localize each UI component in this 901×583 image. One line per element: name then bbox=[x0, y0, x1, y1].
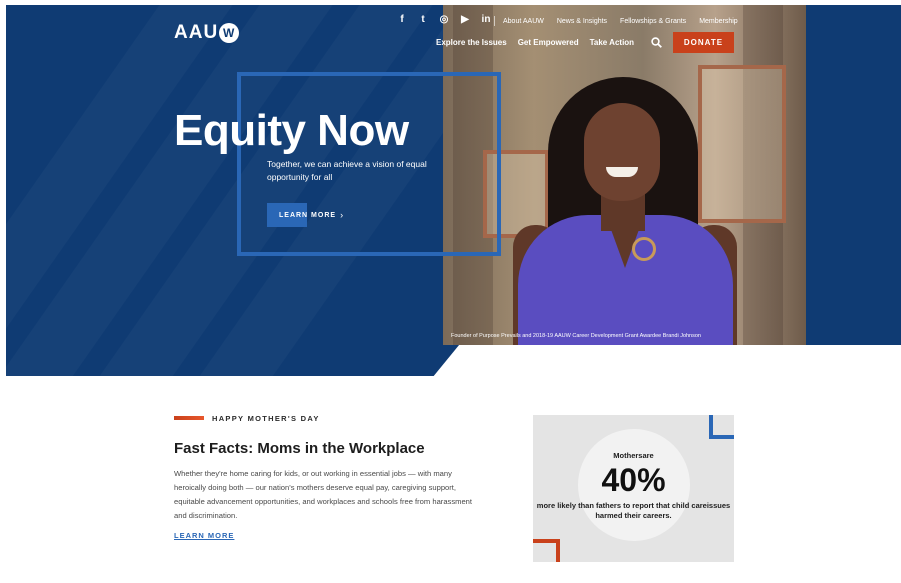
stat-prefix: Mothersare bbox=[613, 451, 654, 460]
feature-body: Whether they're home caring for kids, or… bbox=[174, 469, 473, 520]
hero-subtext: Together, we can achieve a vision of equ… bbox=[267, 159, 427, 182]
hero-learn-more-button[interactable]: LEARN MORE › bbox=[267, 203, 343, 227]
linkedin-icon[interactable]: in bbox=[480, 14, 492, 25]
stat-corner-accent bbox=[709, 435, 734, 439]
hero-learn-more-label: LEARN MORE bbox=[279, 211, 337, 219]
main-nav: Explore the Issues Get Empowered Take Ac… bbox=[436, 38, 645, 47]
utility-link-membership[interactable]: Membership bbox=[699, 18, 738, 25]
utility-link-about[interactable]: About AAUW bbox=[503, 18, 544, 25]
stat-value: 40% bbox=[601, 462, 666, 498]
aauw-logo[interactable]: AAU W bbox=[174, 22, 240, 44]
youtube-icon[interactable]: ▶ bbox=[459, 14, 471, 25]
utility-link-news[interactable]: News & Insights bbox=[557, 18, 607, 25]
logo-text: AAU bbox=[174, 22, 219, 43]
section-accent-rule bbox=[174, 416, 204, 420]
search-icon[interactable] bbox=[651, 37, 662, 48]
nav-get-empowered[interactable]: Get Empowered bbox=[518, 38, 579, 47]
utility-nav: About AAUW News & Insights Fellowships &… bbox=[494, 16, 751, 26]
photo-caption: Founder of Purpose Prevails and 2018-19 … bbox=[451, 333, 701, 339]
instagram-icon[interactable]: ◎ bbox=[438, 14, 450, 25]
nav-take-action[interactable]: Take Action bbox=[590, 38, 634, 47]
utility-link-fellowships[interactable]: Fellowships & Grants bbox=[620, 18, 686, 25]
logo-mark: W bbox=[219, 23, 240, 43]
nav-explore-issues[interactable]: Explore the Issues bbox=[436, 38, 507, 47]
donate-button[interactable]: DONATE bbox=[673, 32, 734, 53]
utility-divider bbox=[494, 16, 495, 26]
hero-headline: Equity Now bbox=[174, 106, 409, 155]
hero-side-panel bbox=[806, 5, 901, 345]
chevron-right-icon: › bbox=[340, 210, 344, 220]
twitter-icon[interactable]: t bbox=[417, 14, 429, 25]
social-links: f t ◎ ▶ in bbox=[396, 14, 492, 25]
hero-section bbox=[0, 0, 901, 376]
feature-learn-more-link[interactable]: LEARN MORE bbox=[174, 531, 234, 540]
facebook-icon[interactable]: f bbox=[396, 14, 408, 25]
stat-corner-accent bbox=[533, 539, 560, 543]
feature-eyebrow: HAPPY MOTHER'S DAY bbox=[212, 414, 320, 423]
feature-title: Fast Facts: Moms in the Workplace bbox=[174, 440, 425, 457]
stat-description: more likely than fathers to report that … bbox=[536, 501, 731, 520]
